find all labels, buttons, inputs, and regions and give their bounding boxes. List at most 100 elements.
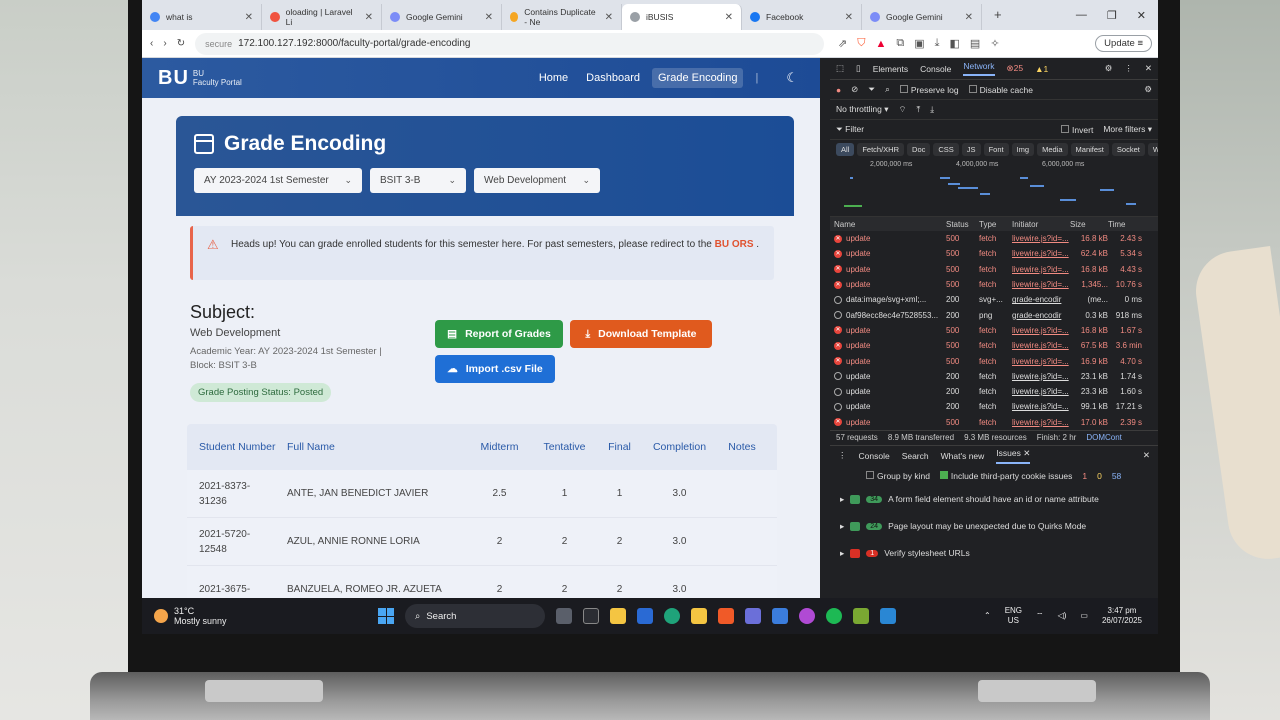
filter-chip[interactable]: CSS bbox=[933, 143, 959, 156]
drawer-tab-search[interactable]: Search bbox=[902, 451, 929, 461]
request-row[interactable]: update 200 fetch livewire.js?id=... 23.3 kB 1… bbox=[830, 384, 1158, 399]
brave-rewards-icon[interactable]: ▲ bbox=[875, 38, 886, 50]
inspect-icon[interactable]: ⬚ bbox=[836, 63, 844, 74]
brave-browser-icon[interactable] bbox=[718, 608, 734, 624]
taskbar-search[interactable]: ⌕ Search bbox=[405, 604, 545, 628]
browser-tab[interactable]: what is ✕ bbox=[142, 4, 262, 30]
preserve-log-checkbox[interactable]: Preserve log bbox=[899, 84, 959, 95]
weather-widget[interactable]: 31°C Mostly sunny bbox=[154, 606, 227, 626]
leo-icon[interactable]: ✧ bbox=[990, 37, 999, 50]
more-filters-dropdown[interactable]: More filters ▾ bbox=[1103, 124, 1152, 135]
table-row[interactable]: 2021-3675- BANZUELA, ROMEO JR. AZUETA 2 2 2 3… bbox=[187, 566, 777, 598]
reload-icon[interactable]: ↻ bbox=[177, 38, 185, 49]
screenshot-icon[interactable]: ▣ bbox=[914, 37, 924, 50]
address-bar[interactable]: secure 172.100.127.192:8000/faculty-port… bbox=[195, 32, 824, 55]
filter-chip[interactable]: Media bbox=[1037, 143, 1068, 156]
expand-arrow-icon[interactable]: ▸ bbox=[840, 548, 844, 559]
filter-chip[interactable]: All bbox=[836, 143, 855, 156]
filter-chip[interactable]: Manifest bbox=[1070, 143, 1109, 156]
block-select[interactable]: BSIT 3-B ⌄ bbox=[370, 168, 466, 193]
nav-home[interactable]: Home bbox=[533, 68, 574, 88]
col-name[interactable]: Name bbox=[830, 220, 946, 229]
wifi-icon[interactable]: ⌔ bbox=[898, 104, 906, 115]
clear-icon[interactable]: ⊘ bbox=[851, 84, 858, 95]
minimize-icon[interactable]: — bbox=[1076, 9, 1087, 22]
request-row[interactable]: ✕ update 500 fetch livewire.js?id=... 16.8 kB… bbox=[830, 262, 1158, 277]
app-icon[interactable] bbox=[853, 608, 869, 624]
windows-start-icon[interactable] bbox=[378, 608, 394, 624]
terminal-icon[interactable] bbox=[583, 608, 599, 624]
issue-item[interactable]: ▸ 1 Verify stylesheet URLs bbox=[830, 540, 1158, 567]
disable-cache-checkbox[interactable]: Disable cache bbox=[968, 84, 1033, 95]
filter-chip[interactable]: Doc bbox=[907, 143, 931, 156]
network-icon[interactable]: ⌔ bbox=[1036, 611, 1044, 621]
throttling-select[interactable]: No throttling ▾ bbox=[836, 104, 888, 115]
tab-network[interactable]: Network bbox=[963, 61, 995, 76]
request-row[interactable]: ✕ update 500 fetch livewire.js?id=... 16.8 kB… bbox=[830, 231, 1158, 246]
col-size[interactable]: Size bbox=[1070, 220, 1108, 229]
dark-mode-icon[interactable]: ☾ bbox=[780, 66, 804, 90]
request-row[interactable]: ✕ update 500 fetch livewire.js?id=... 67.5 kB… bbox=[830, 338, 1158, 353]
close-tab-icon[interactable]: ✕ bbox=[245, 12, 253, 23]
settings-gear-icon[interactable]: ⚙ bbox=[1105, 63, 1113, 74]
share-icon[interactable]: ⇗ bbox=[838, 37, 847, 50]
close-tab-icon[interactable]: ✕ bbox=[845, 12, 853, 23]
clock[interactable]: 3:47 pm 26/07/2025 bbox=[1102, 606, 1142, 626]
drawer-tab-issues[interactable]: Issues ✕ bbox=[996, 448, 1031, 464]
close-drawer-icon[interactable]: ✕ bbox=[1143, 450, 1150, 461]
logo[interactable]: BU bbox=[158, 67, 189, 90]
invert-checkbox[interactable]: Invert bbox=[1061, 124, 1093, 135]
browser-tab[interactable]: Contains Duplicate - Ne ✕ bbox=[502, 4, 622, 30]
sidebar-icon[interactable]: ◧ bbox=[950, 37, 960, 50]
table-row[interactable]: 2021-8373-31236 ANTE, JAN BENEDICT JAVIER… bbox=[187, 470, 777, 518]
nav-dashboard[interactable]: Dashboard bbox=[580, 68, 646, 88]
download-icon[interactable]: ⤓ bbox=[935, 37, 940, 50]
tab-console[interactable]: Console bbox=[920, 64, 951, 74]
filter-chip[interactable]: Fetch/XHR bbox=[857, 143, 905, 156]
sticky-notes-icon[interactable] bbox=[691, 608, 707, 624]
expand-arrow-icon[interactable]: ▸ bbox=[840, 521, 844, 532]
drawer-tab-console[interactable]: Console bbox=[859, 451, 890, 461]
back-icon[interactable]: ‹ bbox=[150, 38, 153, 49]
app-icon[interactable] bbox=[799, 608, 815, 624]
device-toggle-icon[interactable]: ▯ bbox=[856, 63, 861, 74]
network-settings-icon[interactable]: ⚙ bbox=[1144, 84, 1152, 95]
import-har-icon[interactable]: ⤒ bbox=[916, 104, 920, 115]
new-tab-button[interactable]: + bbox=[982, 7, 1014, 30]
close-tab-icon[interactable]: ✕ bbox=[965, 12, 973, 23]
record-icon[interactable]: ● bbox=[836, 85, 841, 95]
nav-grade-encoding[interactable]: Grade Encoding bbox=[651, 68, 744, 88]
filter-icon[interactable]: ⏷ bbox=[868, 84, 875, 95]
expand-arrow-icon[interactable]: ▸ bbox=[840, 494, 844, 505]
error-count[interactable]: ⊗25 bbox=[1007, 63, 1024, 74]
issue-item[interactable]: ▸ 24 Page layout may be unexpected due to … bbox=[830, 513, 1158, 540]
teams-icon[interactable] bbox=[745, 608, 761, 624]
col-time[interactable]: Time bbox=[1108, 220, 1146, 229]
browser-tab[interactable]: Google Gemini ✕ bbox=[382, 4, 502, 30]
restore-icon[interactable]: ❐ bbox=[1107, 9, 1117, 22]
close-tab-icon[interactable]: ✕ bbox=[725, 12, 733, 23]
filter-chip[interactable]: Img bbox=[1011, 143, 1035, 156]
close-devtools-icon[interactable]: ✕ bbox=[1145, 63, 1152, 74]
browser-tab[interactable]: oloading | Laravel Li ✕ bbox=[262, 4, 382, 30]
tab-elements[interactable]: Elements bbox=[873, 64, 908, 74]
request-row[interactable]: ✕ update 500 fetch livewire.js?id=... 16.9 kB… bbox=[830, 353, 1158, 368]
close-window-icon[interactable]: ✕ bbox=[1137, 9, 1146, 22]
url-text[interactable]: 172.100.127.192:8000/faculty-portal/grad… bbox=[238, 38, 470, 49]
volume-icon[interactable]: ◁) bbox=[1058, 611, 1067, 621]
request-row[interactable]: update 200 fetch livewire.js?id=... 99.1 kB 1… bbox=[830, 399, 1158, 414]
request-row[interactable]: ✕ update 500 fetch livewire.js?id=... 62.4 kB… bbox=[830, 246, 1158, 261]
request-row[interactable]: 0af98ecc8ec4e7528553... 200 png grade-encod… bbox=[830, 307, 1158, 322]
third-party-checkbox[interactable]: Include third-party cookie issues bbox=[939, 470, 1072, 481]
search-icon[interactable]: ⌕ bbox=[885, 84, 890, 95]
table-row[interactable]: 2021-5720-12548 AZUL, ANNIE RONNE LORIA 2 2… bbox=[187, 518, 777, 566]
close-tab-icon[interactable]: ✕ bbox=[365, 12, 373, 23]
request-row[interactable]: data:image/svg+xml;... 200 svg+... grade-en… bbox=[830, 292, 1158, 307]
vscode-icon[interactable] bbox=[880, 608, 896, 624]
browser-tab[interactable]: Google Gemini ✕ bbox=[862, 4, 982, 30]
file-explorer-icon[interactable] bbox=[610, 608, 626, 624]
import-csv-button[interactable]: ☁ Import .csv File bbox=[435, 355, 555, 383]
brave-shield-icon[interactable]: ⛉ bbox=[857, 37, 865, 50]
close-tab-icon[interactable]: ✕ bbox=[605, 12, 613, 23]
filter-chip[interactable]: W bbox=[1147, 143, 1158, 156]
